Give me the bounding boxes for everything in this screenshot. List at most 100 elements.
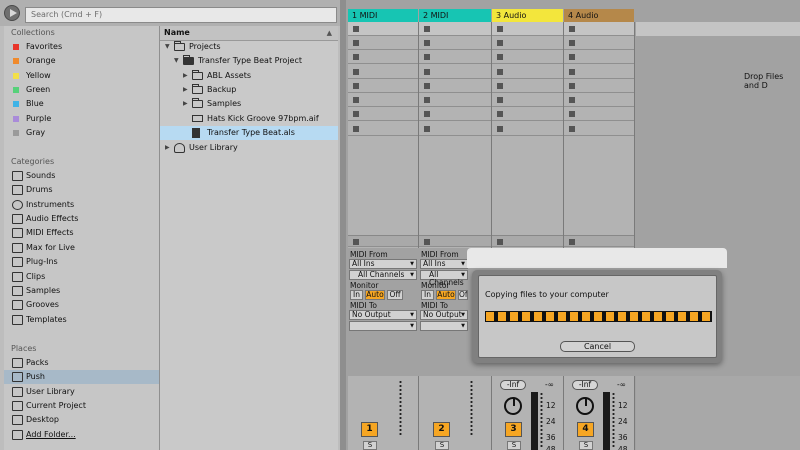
sidebar-item-plug-ins[interactable]: Plug-Ins — [4, 255, 159, 269]
collapsed-triangle-icon[interactable]: ▶ — [183, 97, 188, 111]
expanded-triangle-icon[interactable]: ▼ — [165, 40, 170, 54]
clip-stop-icon[interactable] — [424, 26, 430, 32]
solo-button-3[interactable]: S — [507, 441, 521, 450]
track-activator-1[interactable]: 1 — [361, 422, 378, 437]
clip-stop-icon[interactable] — [353, 40, 359, 46]
solo-button-1[interactable]: S — [363, 441, 377, 450]
clip-stop-icon[interactable] — [497, 40, 503, 46]
midi-to-select[interactable]: No Output — [349, 310, 417, 320]
file-item-backup[interactable]: ▶ Backup — [160, 83, 338, 97]
file-item-abl-assets[interactable]: ▶ ABL Assets — [160, 69, 338, 83]
clip-stop-icon[interactable] — [569, 83, 575, 89]
sidebar-item-max-for-live[interactable]: Max for Live — [4, 241, 159, 255]
collapsed-triangle-icon[interactable]: ▶ — [183, 69, 188, 83]
clip-stop-icon[interactable] — [497, 54, 503, 60]
clip-stop-icon[interactable] — [497, 97, 503, 103]
stop-clips-button[interactable] — [492, 235, 563, 247]
midi-channel-select[interactable]: All Channels — [420, 270, 468, 287]
sidebar-item-blue[interactable]: Blue — [4, 97, 159, 111]
sidebar-item-audio-effects[interactable]: Audio Effects — [4, 212, 159, 226]
clip-slot[interactable] — [348, 122, 418, 136]
clip-slot[interactable] — [564, 122, 634, 136]
clip-slot[interactable] — [348, 65, 418, 79]
clip-slot[interactable] — [492, 36, 563, 50]
clip-slot[interactable] — [348, 79, 418, 93]
file-item-transfer-type-beat-als[interactable]: Transfer Type Beat.als — [160, 126, 338, 140]
clip-slot[interactable] — [492, 50, 563, 64]
clip-slot[interactable] — [348, 93, 418, 107]
collapsed-triangle-icon[interactable]: ▶ — [165, 141, 170, 155]
sidebar-item-clips[interactable]: Clips — [4, 270, 159, 284]
clip-stop-icon[interactable] — [569, 26, 575, 32]
midi-to-select[interactable]: No Output — [420, 310, 468, 320]
clip-stop-icon[interactable] — [569, 97, 575, 103]
clip-stop-icon[interactable] — [424, 126, 430, 132]
stop-clips-button[interactable] — [419, 235, 491, 247]
clip-stop-icon[interactable] — [497, 26, 503, 32]
clip-stop-icon[interactable] — [569, 69, 575, 75]
monitor-auto-button[interactable]: Auto — [436, 290, 456, 300]
clip-stop-icon[interactable] — [424, 69, 430, 75]
midi-from-select[interactable]: All Ins — [420, 259, 468, 269]
clip-slot[interactable] — [419, 79, 491, 93]
stop-clips-button[interactable] — [348, 235, 418, 247]
sidebar-item-sounds[interactable]: Sounds — [4, 169, 159, 183]
sidebar-item-instruments[interactable]: Instruments — [4, 198, 159, 212]
file-item-user-library[interactable]: ▶ User Library — [160, 141, 338, 155]
sidebar-item-yellow[interactable]: Yellow — [4, 69, 159, 83]
sidebar-item-purple[interactable]: Purple — [4, 112, 159, 126]
file-item-transfer-type-beat-project[interactable]: ▼ Transfer Type Beat Project — [160, 54, 338, 68]
clip-stop-icon[interactable] — [569, 40, 575, 46]
search-input[interactable]: Search (Cmd + F) — [25, 7, 337, 23]
clip-slot[interactable] — [492, 93, 563, 107]
clip-slot[interactable] — [419, 107, 491, 121]
sidebar-item-push[interactable]: Push — [4, 370, 159, 384]
stop-clips-button[interactable] — [564, 235, 634, 247]
clip-slot[interactable] — [564, 22, 634, 36]
clip-slot[interactable] — [419, 65, 491, 79]
clip-stop-icon[interactable] — [353, 97, 359, 103]
file-item-samples[interactable]: ▶ Samples — [160, 97, 338, 111]
track-header-3-audio[interactable]: 3 Audio — [492, 9, 563, 22]
sidebar-item-green[interactable]: Green — [4, 83, 159, 97]
track-activator-2[interactable]: 2 — [433, 422, 450, 437]
clip-stop-icon[interactable] — [424, 54, 430, 60]
clip-slot[interactable] — [492, 79, 563, 93]
track-activator-3[interactable]: 3 — [505, 422, 522, 437]
clip-slot[interactable] — [564, 50, 634, 64]
sidebar-item-desktop[interactable]: Desktop — [4, 413, 159, 427]
expanded-triangle-icon[interactable]: ▼ — [174, 54, 179, 68]
clip-stop-icon[interactable] — [353, 126, 359, 132]
sidebar-item-templates[interactable]: Templates — [4, 313, 159, 327]
name-column-header[interactable]: Name ▲ — [160, 26, 338, 41]
monitor-in-button[interactable]: In — [350, 290, 363, 300]
clip-slot[interactable] — [348, 107, 418, 121]
clip-stop-icon[interactable] — [353, 54, 359, 60]
clip-slot[interactable] — [419, 50, 491, 64]
pan-knob-4[interactable] — [576, 397, 594, 415]
clip-slot[interactable] — [492, 65, 563, 79]
clip-slot[interactable] — [419, 36, 491, 50]
clip-stop-icon[interactable] — [353, 111, 359, 117]
midi-to-channel-select[interactable] — [349, 321, 417, 331]
track-activator-4[interactable]: 4 — [577, 422, 594, 437]
clip-stop-icon[interactable] — [424, 97, 430, 103]
clip-stop-icon[interactable] — [569, 54, 575, 60]
midi-to-channel-select[interactable] — [420, 321, 468, 331]
clip-stop-icon[interactable] — [569, 111, 575, 117]
clip-slot[interactable] — [564, 93, 634, 107]
track-header-4-audio[interactable]: 4 Audio — [564, 9, 634, 22]
track-header-1-midi[interactable]: 1 MIDI — [348, 9, 418, 22]
clip-slot[interactable] — [492, 22, 563, 36]
solo-button-4[interactable]: S — [579, 441, 593, 450]
monitor-auto-button[interactable]: Auto — [365, 290, 385, 300]
sidebar-item-favorites[interactable]: Favorites — [4, 40, 159, 54]
preview-play-button[interactable] — [4, 5, 20, 21]
clip-stop-icon[interactable] — [424, 111, 430, 117]
sidebar-item-grooves[interactable]: Grooves — [4, 298, 159, 312]
cancel-button[interactable]: Cancel — [560, 341, 635, 352]
clip-slot[interactable] — [492, 107, 563, 121]
track-header-2-midi[interactable]: 2 MIDI — [419, 9, 491, 22]
midi-channel-select[interactable]: All Channels — [349, 270, 417, 280]
clip-slot[interactable] — [348, 50, 418, 64]
